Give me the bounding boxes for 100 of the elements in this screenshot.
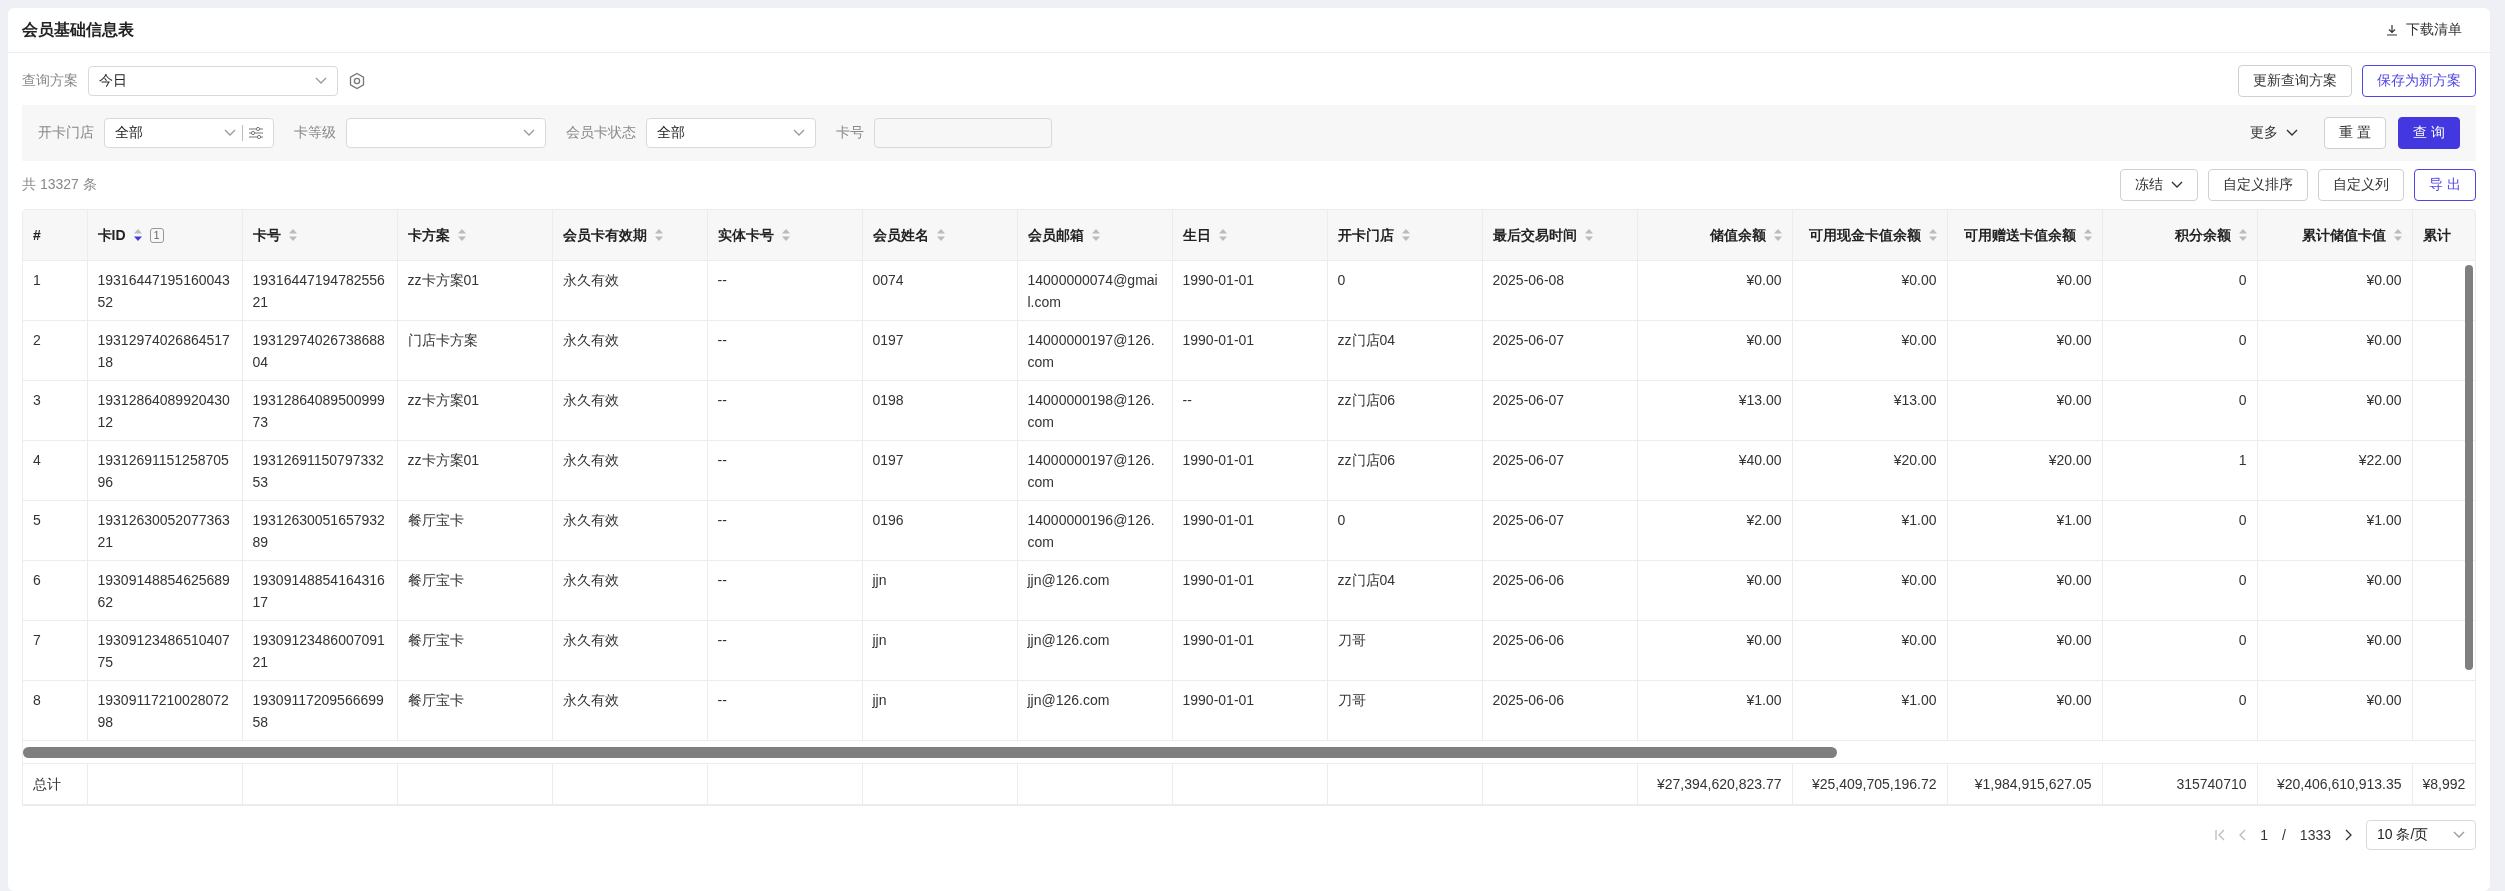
first-page-icon	[2215, 828, 2226, 841]
table-cell: 1931644719478255621	[242, 260, 397, 321]
table-cell: ¥0.00	[1792, 620, 1947, 681]
table-cell: 1930912348651040775	[87, 620, 242, 681]
column-header: 累计	[2412, 210, 2475, 261]
page-separator: /	[2281, 826, 2286, 843]
column-header[interactable]: 累计储值卡值	[2257, 210, 2412, 261]
column-header[interactable]: 卡方案	[397, 210, 552, 261]
column-header[interactable]: 会员卡有效期	[552, 210, 707, 261]
table-cell: 0	[2102, 560, 2257, 621]
toolbar-button[interactable]: 自定义排序	[2208, 169, 2309, 201]
column-header[interactable]: 可用现金卡值余额	[1792, 210, 1947, 261]
table-cell: ¥0.00	[2257, 560, 2412, 621]
table-cell: 1931286408992043012	[87, 380, 242, 441]
column-header[interactable]: 会员姓名	[862, 210, 1017, 261]
table-cell: 0074	[862, 260, 1017, 321]
column-header[interactable]: 实体卡号	[707, 210, 862, 261]
table-cell: 1930912348600709121	[242, 620, 397, 681]
more-button[interactable]: 更多	[2236, 117, 2313, 149]
table-cell: ¥0.00	[1792, 320, 1947, 381]
table-cell: --	[707, 260, 862, 321]
table-cell: 8	[23, 680, 87, 741]
filter-label: 卡等级	[294, 124, 336, 142]
table-cell: ¥0.00	[1637, 260, 1792, 321]
column-header: #	[23, 210, 87, 261]
table-cell: ¥0.00	[2257, 260, 2412, 321]
table-cell: 刀哥	[1327, 620, 1482, 681]
settings-icon	[348, 72, 366, 90]
table-cell: 0	[2102, 500, 2257, 561]
table-cell: 5	[23, 500, 87, 561]
table-cell: 刀哥	[1327, 680, 1482, 741]
table-cell: 永久有效	[552, 260, 707, 321]
table-cell: 2025-06-07	[1482, 500, 1637, 561]
toolbar-button[interactable]: 自定义列	[2318, 169, 2405, 201]
table-cell: 14000000198@126.com	[1017, 380, 1172, 441]
table-cell: ¥13.00	[1637, 380, 1792, 441]
filter-select[interactable]: 全部	[646, 118, 816, 148]
table-cell: ¥1.00	[1637, 680, 1792, 741]
column-header[interactable]: 生日	[1172, 210, 1327, 261]
table-cell: ¥0.00	[1947, 560, 2102, 621]
table-cell: jjn@126.com	[1017, 620, 1172, 681]
total-cell: ¥25,409,705,196.72	[1792, 764, 1947, 804]
record-count: 共 13327 条	[22, 176, 97, 194]
table-cell: 2025-06-07	[1482, 440, 1637, 501]
table-cell: 1	[2102, 440, 2257, 501]
table-cell: 1931297402686451718	[87, 320, 242, 381]
table-cell: 1931263005207736321	[87, 500, 242, 561]
download-button[interactable]: 下载清单	[2372, 17, 2476, 43]
query-button[interactable]: 查 询	[2398, 117, 2460, 149]
column-header[interactable]: 可用赠送卡值余额	[1947, 210, 2102, 261]
total-cell: ¥8,992	[2412, 764, 2475, 804]
column-header[interactable]: 卡ID 1	[87, 210, 242, 261]
filter-select[interactable]: 全部	[104, 118, 274, 148]
table-cell: 门店卡方案	[397, 320, 552, 381]
reset-button[interactable]: 重 置	[2324, 117, 2387, 149]
toolbar-button[interactable]: 冻结	[2120, 169, 2199, 201]
table-cell: 1931269115125870596	[87, 440, 242, 501]
table-cell: 永久有效	[552, 380, 707, 441]
toolbar-button[interactable]: 导 出	[2414, 169, 2476, 201]
table-cell: 永久有效	[552, 560, 707, 621]
filter-select[interactable]	[346, 118, 546, 148]
scheme-button[interactable]: 保存为新方案	[2362, 65, 2476, 97]
table-cell: ¥13.00	[1792, 380, 1947, 441]
chevron-down-icon	[2286, 129, 2299, 137]
vertical-scrollbar[interactable]	[2465, 265, 2473, 670]
scheme-select[interactable]: 今日	[88, 66, 338, 96]
column-header[interactable]: 会员邮箱	[1017, 210, 1172, 261]
table-cell: 3	[23, 380, 87, 441]
table-cell: ¥0.00	[2257, 380, 2412, 441]
table-cell: 永久有效	[552, 500, 707, 561]
text-field[interactable]	[874, 118, 1052, 148]
scheme-button[interactable]: 更新查询方案	[2238, 65, 2352, 97]
table-cell: --	[707, 620, 862, 681]
table-cell: 2025-06-07	[1482, 320, 1637, 381]
table-cell: jjn@126.com	[1017, 560, 1172, 621]
horizontal-scrollbar[interactable]	[23, 746, 1838, 758]
table-cell: jjn	[862, 620, 1017, 681]
table-cell: 14000000197@126.com	[1017, 320, 1172, 381]
table-cell: 1931644719516004352	[87, 260, 242, 321]
table-cell: 永久有效	[552, 680, 707, 741]
column-header[interactable]: 开卡门店	[1327, 210, 1482, 261]
total-cell: ¥27,394,620,823.77	[1637, 764, 1792, 804]
table-cell: --	[707, 500, 862, 561]
table-cell: zz卡方案01	[397, 380, 552, 441]
column-header[interactable]: 卡号	[242, 210, 397, 261]
table-cell: 14000000074@gmail.com	[1017, 260, 1172, 321]
column-header[interactable]: 最后交易时间	[1482, 210, 1637, 261]
column-header[interactable]: 积分余额	[2102, 210, 2257, 261]
table-cell: ¥1.00	[1792, 680, 1947, 741]
table-cell: 餐厅宝卡	[397, 560, 552, 621]
page-size-select[interactable]: 10 条/页	[2366, 819, 2476, 850]
table-cell: --	[707, 560, 862, 621]
page-title: 会员基础信息表	[22, 19, 134, 40]
table-cell: jjn	[862, 560, 1017, 621]
previous-page-icon	[2239, 828, 2247, 841]
chevron-down-icon	[224, 129, 236, 137]
filter-label: 开卡门店	[38, 124, 94, 142]
column-header[interactable]: 储值余额	[1637, 210, 1792, 261]
table-cell: --	[707, 380, 862, 441]
table-cell: 0197	[862, 440, 1017, 501]
